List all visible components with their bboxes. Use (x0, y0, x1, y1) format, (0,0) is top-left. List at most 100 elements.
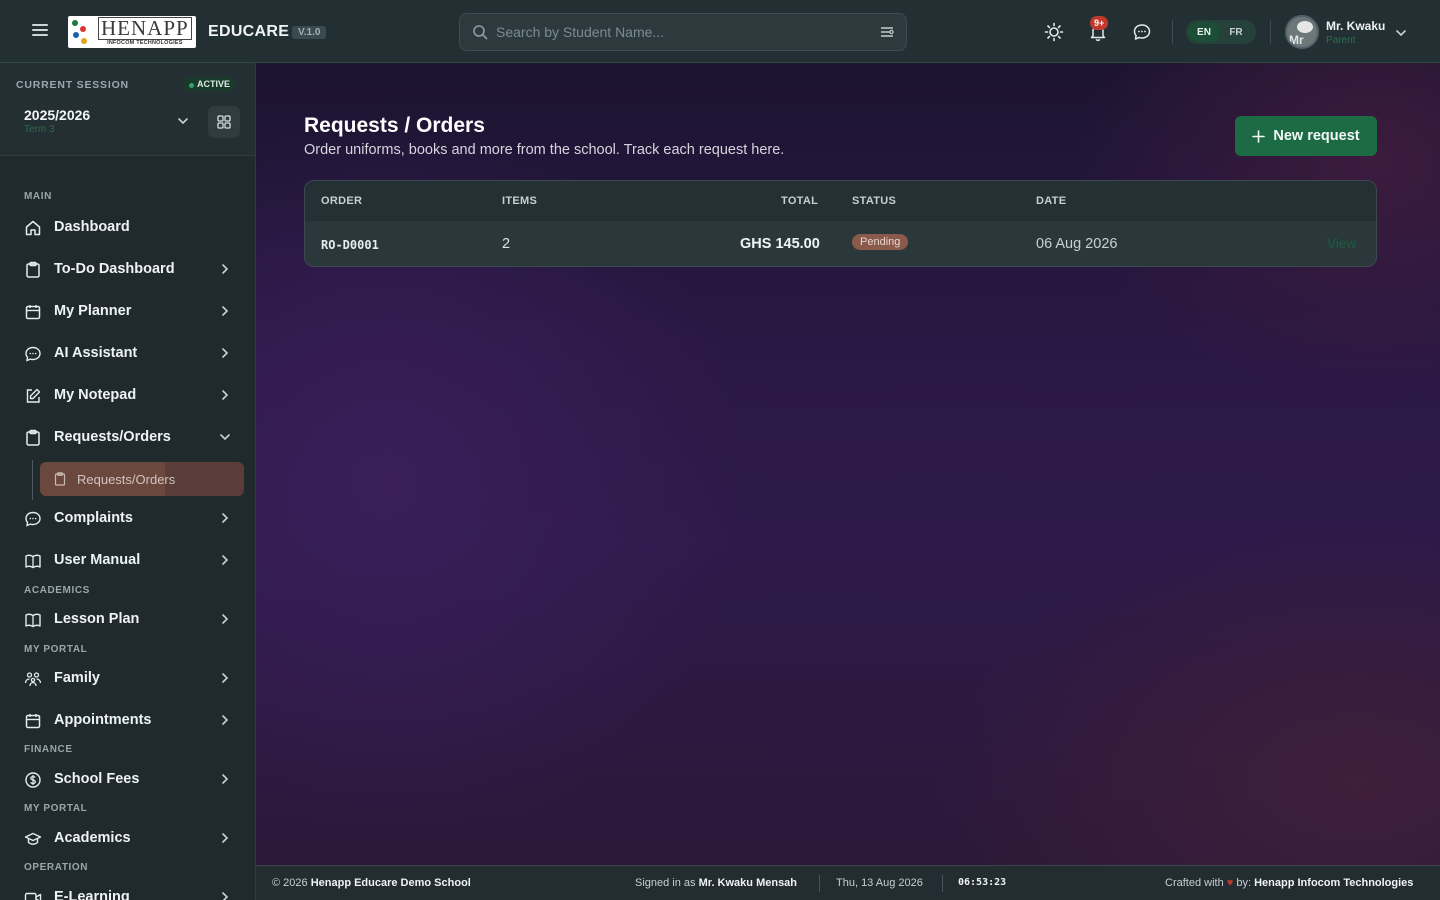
filter-icon[interactable] (880, 25, 894, 44)
section-label-main: MAIN (24, 191, 52, 202)
footer-signed-user: Mr. Kwaku Mensah (698, 877, 798, 889)
footer-signed-in: Signed in as Mr. Kwaku Mensah (635, 877, 798, 889)
column-header-items[interactable]: ITEMS (502, 195, 537, 207)
column-header-order[interactable]: ORDER (321, 195, 362, 207)
sidebar-item-requests-orders[interactable]: Requests/Orders (16, 419, 244, 455)
user-role: Parent (1326, 35, 1356, 46)
graduation-cap-icon (24, 832, 42, 845)
header-divider (1270, 20, 1271, 44)
plus-icon (1252, 129, 1266, 143)
order-id: RO-D0001 (321, 238, 379, 252)
heart-icon: ♥ (1226, 877, 1234, 889)
sidebar-item-e-learning[interactable]: E-Learning (16, 879, 244, 900)
search-icon (472, 24, 488, 45)
avatar[interactable]: Mr (1285, 15, 1319, 49)
family-icon (24, 672, 42, 687)
orders-table: ORDER ITEMS TOTAL STATUS DATE RO-D0001 2… (304, 180, 1377, 267)
sidebar-item-label: My Notepad (54, 387, 137, 403)
footer-credits: Crafted with ♥ by: Henapp Infocom Techno… (1165, 877, 1414, 889)
session-label: CURRENT SESSION (16, 79, 129, 91)
video-icon (24, 892, 42, 900)
theme-toggle-sun-icon[interactable] (1042, 20, 1066, 44)
book-icon (25, 554, 41, 569)
footer-copyright: © 2026 Henapp Educare Demo School (272, 877, 471, 889)
chevron-right-icon (222, 673, 229, 683)
book-icon (25, 613, 41, 628)
apps-grid-button[interactable] (208, 106, 240, 138)
sidebar-item-label: Appointments (54, 712, 152, 728)
chat-bubble-icon (25, 346, 41, 362)
session-status-badge: ACTIVE (183, 77, 237, 91)
sidebar-item-dashboard[interactable]: Dashboard (16, 209, 244, 245)
sidebar-item-my-notepad[interactable]: My Notepad (16, 377, 244, 413)
section-label-my-portal-2: MY PORTAL (24, 803, 88, 814)
sidebar-item-user-manual[interactable]: User Manual (16, 542, 244, 578)
footer-divider (819, 875, 820, 892)
chevron-right-icon (222, 264, 229, 274)
sidebar-item-academics[interactable]: Academics (16, 820, 244, 856)
sidebar-item-complaints[interactable]: Complaints (16, 500, 244, 536)
chevron-right-icon (222, 614, 229, 624)
sidebar-item-todo-dashboard[interactable]: To-Do Dashboard (16, 251, 244, 287)
search-bar (459, 13, 907, 51)
footer-company[interactable]: Henapp Infocom Technologies (1254, 877, 1413, 889)
chevron-right-icon (222, 555, 229, 565)
footer-clock: 06:53:23 (958, 877, 1007, 888)
brand-logo[interactable]: HENAPP INFOCOM TECHNOLOGIES (68, 16, 196, 48)
clipboard-icon (26, 429, 40, 446)
sidebar-item-family[interactable]: Family (16, 660, 244, 696)
sidebar-subitem-requests-orders[interactable]: Requests/Orders (40, 462, 244, 496)
session-chevron-down-icon[interactable] (176, 114, 190, 133)
calendar-icon (25, 305, 41, 320)
chevron-right-icon (222, 892, 229, 900)
sidebar-item-my-planner[interactable]: My Planner (16, 293, 244, 329)
search-input[interactable] (496, 22, 856, 42)
sidebar-item-lesson-plan[interactable]: Lesson Plan (16, 601, 244, 637)
column-header-total[interactable]: TOTAL (781, 195, 818, 207)
session-term: Term 3 (24, 124, 55, 135)
sidebar-item-label: School Fees (54, 771, 140, 787)
chevron-down-icon (220, 434, 230, 441)
clipboard-icon (54, 472, 66, 486)
home-icon (25, 220, 41, 236)
page-subtitle: Order uniforms, books and more from the … (304, 142, 785, 158)
footer-school-name: Henapp Educare Demo School (310, 877, 471, 889)
user-name[interactable]: Mr. Kwaku (1326, 19, 1385, 33)
chat-icon[interactable] (1130, 20, 1154, 44)
chevron-right-icon (222, 513, 229, 523)
sidebar-item-label: AI Assistant (54, 345, 138, 361)
session-panel: CURRENT SESSION ACTIVE 2025/2026 Term 3 (0, 63, 255, 156)
sidebar-item-school-fees[interactable]: School Fees (16, 761, 244, 797)
sidebar-item-label: E-Learning (54, 889, 130, 900)
chevron-right-icon (222, 348, 229, 358)
column-header-date[interactable]: DATE (1036, 195, 1066, 207)
chat-bubble-icon (25, 511, 41, 527)
language-switcher: EN FR (1186, 20, 1256, 44)
order-items-count: 2 (502, 236, 511, 252)
page-title: Requests / Orders (304, 114, 485, 137)
lang-en-button[interactable]: EN (1188, 22, 1220, 42)
chevron-right-icon (222, 833, 229, 843)
grid-icon (217, 115, 231, 129)
section-label-my-portal: MY PORTAL (24, 644, 88, 655)
sidebar-item-ai-assistant[interactable]: AI Assistant (16, 335, 244, 371)
column-header-status[interactable]: STATUS (852, 195, 896, 207)
footer-divider (942, 875, 943, 892)
order-date: 06 Aug 2026 (1036, 236, 1118, 252)
table-row[interactable]: RO-D0001 2 GHS 145.00 Pending 06 Aug 202… (305, 221, 1376, 266)
chevron-right-icon (222, 390, 229, 400)
footer-date: Thu, 13 Aug 2026 (836, 877, 923, 889)
view-order-link[interactable]: View (1327, 236, 1356, 251)
logo-sub-text: INFOCOM TECHNOLOGIES (107, 40, 183, 47)
session-year[interactable]: 2025/2026 (24, 107, 90, 123)
section-label-operation: OPERATION (24, 862, 89, 873)
lang-fr-button[interactable]: FR (1220, 22, 1252, 42)
new-request-button[interactable]: New request (1235, 116, 1377, 156)
sidebar-item-label: Family (54, 670, 100, 686)
logo-main-text: HENAPP (98, 17, 192, 41)
sidebar-item-appointments[interactable]: Appointments (16, 702, 244, 738)
brand-name: EDUCARE (208, 23, 290, 40)
menu-icon[interactable] (30, 21, 50, 41)
chevron-down-icon[interactable] (1395, 26, 1407, 44)
header-divider (1172, 20, 1173, 44)
